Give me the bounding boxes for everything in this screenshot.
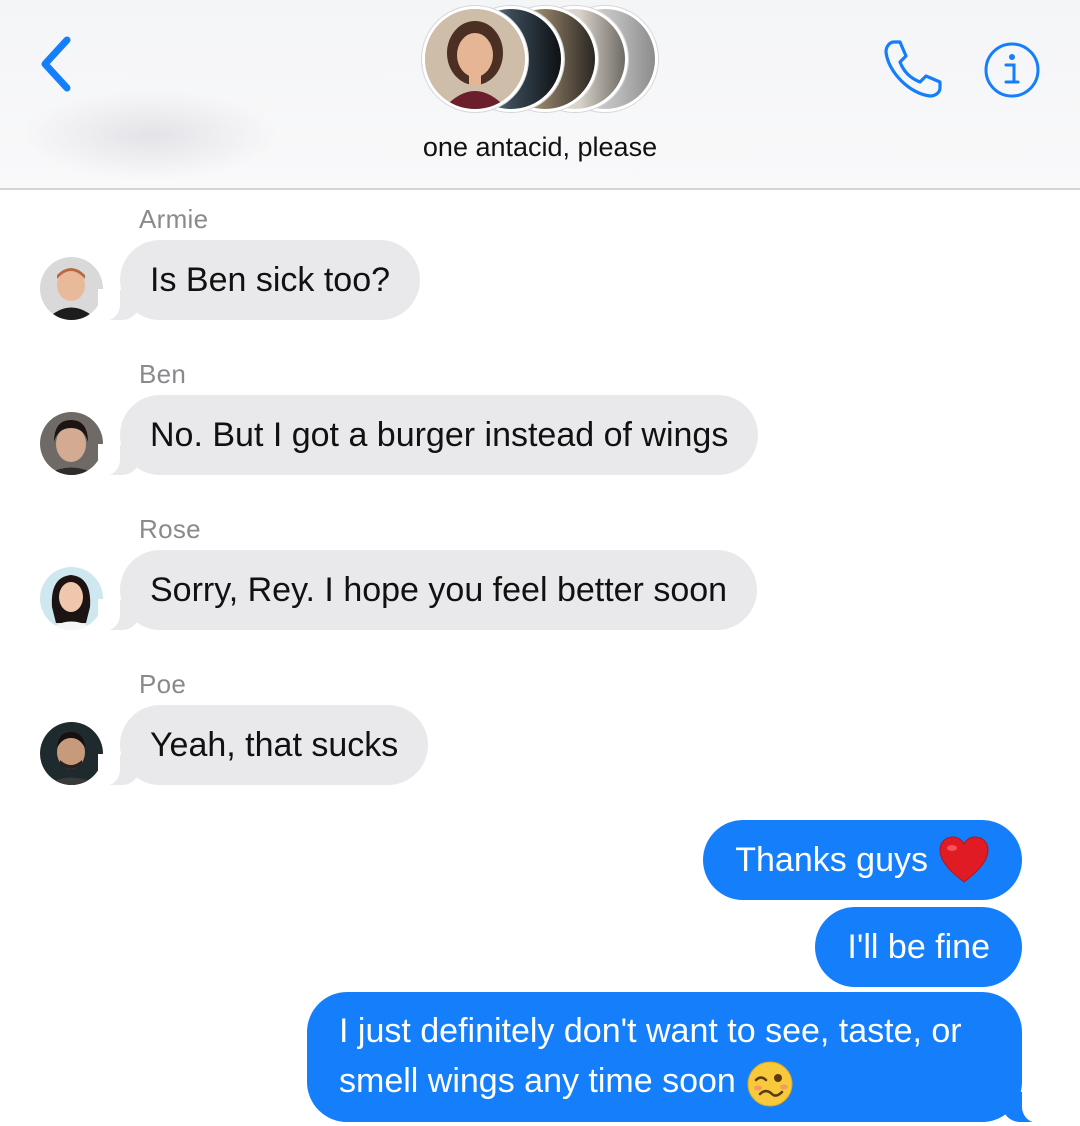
sender-name: Poe: [139, 669, 187, 699]
incoming-message[interactable]: Is Ben sick too?: [97, 240, 421, 321]
call-button[interactable]: [880, 36, 946, 102]
sender-name: Rose: [139, 514, 201, 544]
person-portrait-icon: [425, 9, 525, 109]
info-button[interactable]: [982, 40, 1042, 100]
outgoing-message[interactable]: Thanks guys: [703, 820, 1022, 900]
info-icon: [984, 42, 1040, 98]
conversation-header: one antacid, please: [0, 0, 1080, 190]
red-heart-icon: [939, 836, 989, 883]
group-title[interactable]: one antacid, please: [0, 132, 1080, 163]
back-button[interactable]: [30, 32, 80, 96]
outgoing-message[interactable]: I'll be fine: [815, 907, 1022, 987]
sender-name: Ben: [139, 359, 187, 389]
incoming-message[interactable]: Sorry, Rey. I hope you feel better soon: [97, 550, 758, 631]
avatar[interactable]: [40, 257, 103, 320]
group-avatar-1: [422, 6, 528, 112]
woozy-face-icon: [747, 1061, 793, 1106]
outgoing-message-text: I just definitely don't want to see, tas…: [339, 1006, 990, 1107]
avatar[interactable]: [40, 722, 103, 785]
incoming-message[interactable]: Yeah, that sucks: [97, 705, 429, 786]
avatar[interactable]: [40, 412, 103, 475]
phone-icon: [884, 40, 942, 98]
avatar[interactable]: [40, 567, 103, 630]
outgoing-message-body: I just definitely don't want to see, tas…: [339, 1012, 962, 1101]
chevron-left-icon: [41, 36, 71, 92]
sender-name: Armie: [139, 204, 209, 234]
outgoing-message-text: Thanks guys: [735, 840, 928, 879]
incoming-message[interactable]: No. But I got a burger instead of wings: [97, 395, 759, 476]
outgoing-message[interactable]: I just definitely don't want to see, tas…: [307, 992, 1044, 1123]
group-avatar-stack[interactable]: [418, 2, 658, 116]
